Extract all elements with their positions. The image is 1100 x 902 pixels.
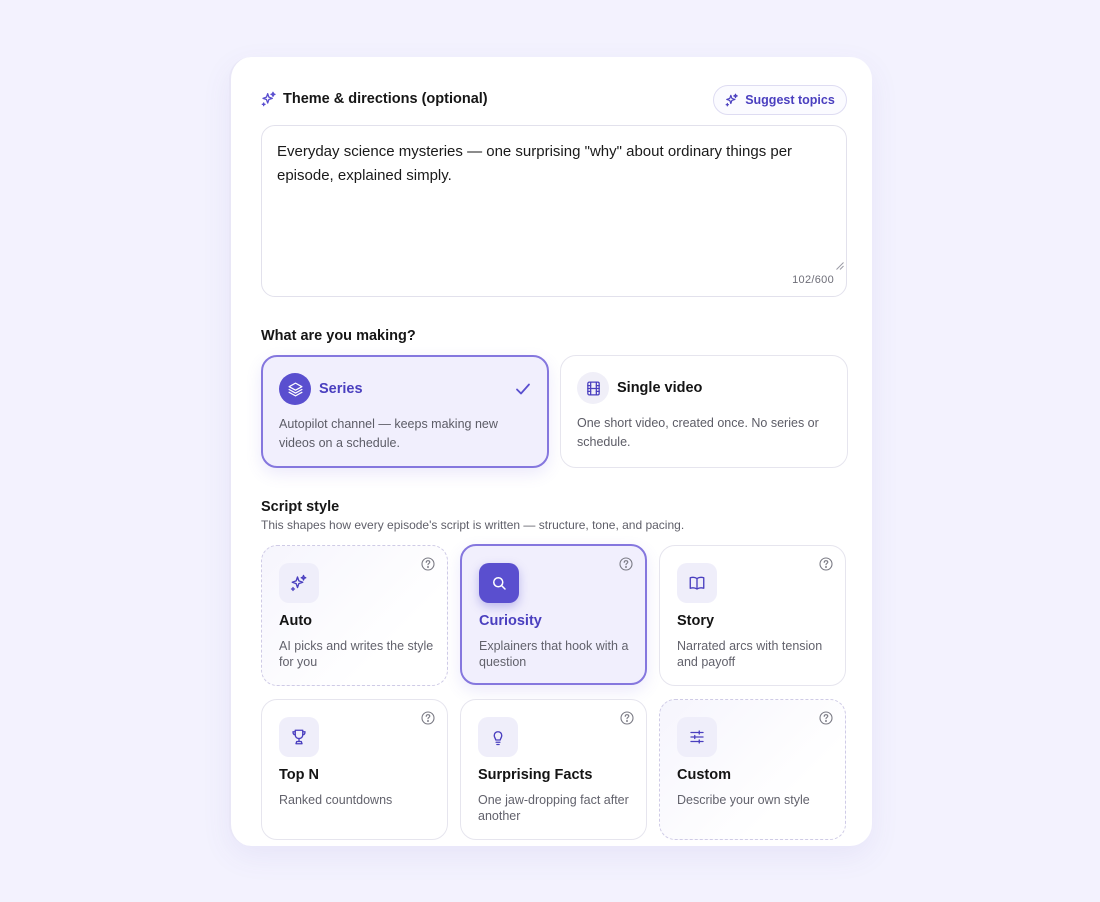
style-option-custom[interactable]: Custom Describe your own style <box>659 699 846 840</box>
style-title: Story <box>677 613 715 629</box>
type-option-series[interactable]: Series Autopilot channel — keeps making … <box>261 355 549 468</box>
help-icon[interactable] <box>620 711 634 725</box>
style-desc: Ranked countdowns <box>279 793 393 807</box>
type-desc: One short video, created once. No series… <box>577 416 819 449</box>
check-icon <box>516 383 530 395</box>
style-option-auto[interactable]: Auto AI picks and writes the style for y… <box>261 545 448 686</box>
help-icon[interactable] <box>619 557 633 571</box>
sparkle-icon <box>261 91 276 107</box>
style-title: Curiosity <box>479 613 542 629</box>
script-style-label: Script style <box>261 499 340 515</box>
style-desc: One jaw-dropping fact after another <box>478 793 629 823</box>
resize-handle-icon[interactable] <box>836 262 844 270</box>
help-icon[interactable] <box>819 711 833 725</box>
style-desc: Describe your own style <box>677 793 810 807</box>
type-title: Single video <box>617 380 703 396</box>
sparkle-icon <box>725 93 739 107</box>
suggest-topics-label: Suggest topics <box>745 93 835 107</box>
help-icon[interactable] <box>819 557 833 571</box>
style-title: Top N <box>279 767 319 783</box>
suggest-topics-button[interactable]: Suggest topics <box>713 85 847 115</box>
style-title: Auto <box>279 613 313 629</box>
theme-title: Theme & directions (optional) <box>283 91 488 107</box>
trophy-icon <box>279 717 319 757</box>
theme-textarea[interactable]: Everyday science mysteries — one surpris… <box>261 125 847 297</box>
theme-header: Theme & directions (optional) Suggest to… <box>261 85 847 115</box>
style-desc: AI picks and writes the style for you <box>279 639 434 669</box>
style-title: Surprising Facts <box>478 767 593 783</box>
book-icon <box>677 563 717 603</box>
theme-text[interactable]: Everyday science mysteries — one surpris… <box>277 140 827 188</box>
type-title: Series <box>319 381 363 397</box>
style-option-curiosity[interactable]: Curiosity Explainers that hook with a qu… <box>460 544 647 685</box>
settings-panel: Theme & directions (optional) Suggest to… <box>229 57 872 846</box>
char-count: 102/600 <box>792 274 834 286</box>
style-desc: Explainers that hook with a question <box>479 639 629 669</box>
style-option-top-n[interactable]: Top N Ranked countdowns <box>261 699 448 840</box>
layers-icon <box>279 373 311 405</box>
type-option-single-video[interactable]: Single video One short video, created on… <box>560 355 848 468</box>
sliders-icon <box>677 717 717 757</box>
style-desc: Narrated arcs with tension and payoff <box>677 639 823 669</box>
script-style-subtitle: This shapes how every episode's script i… <box>261 518 685 532</box>
help-icon[interactable] <box>421 711 435 725</box>
film-icon <box>577 372 609 404</box>
sparkle-icon <box>279 563 319 603</box>
search-icon <box>479 563 519 603</box>
style-title: Custom <box>677 767 731 783</box>
type-desc: Autopilot channel — keeps making new vid… <box>279 417 498 450</box>
style-option-story[interactable]: Story Narrated arcs with tension and pay… <box>659 545 846 686</box>
help-icon[interactable] <box>421 557 435 571</box>
making-label: What are you making? <box>261 328 416 344</box>
style-option-surprising-facts[interactable]: Surprising Facts One jaw-dropping fact a… <box>460 699 647 840</box>
lightbulb-icon <box>478 717 518 757</box>
